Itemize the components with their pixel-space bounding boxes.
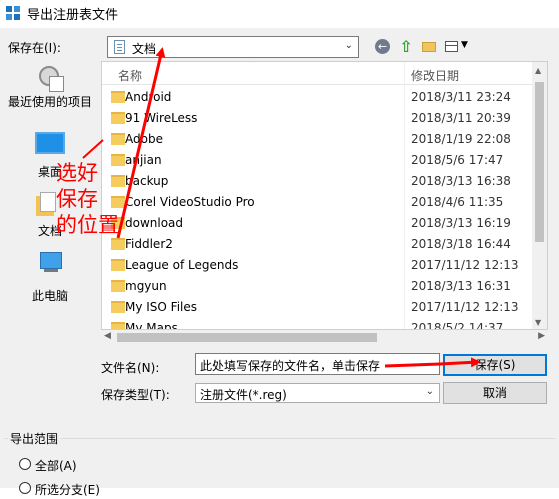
file-name: My ISO Files (125, 300, 198, 314)
chevron-down-icon: ▼ (461, 40, 468, 50)
desktop-icon (35, 132, 65, 154)
up-folder-button[interactable]: ⇧ (396, 37, 416, 57)
scroll-up-icon[interactable]: ▲ (535, 66, 541, 75)
file-date: 2018/5/6 17:47 (411, 153, 504, 167)
vertical-scrollbar[interactable]: ▲ ▼ (532, 62, 547, 329)
folder-icon (111, 112, 125, 124)
file-date: 2018/3/18 16:44 (411, 237, 511, 251)
back-button[interactable]: ← (373, 37, 393, 57)
new-folder-icon (422, 42, 436, 52)
filetype-value: 注册文件(*.reg) (200, 388, 287, 402)
table-row[interactable]: Adobe 2018/1/19 22:08 (102, 129, 534, 150)
save-button[interactable]: 保存(S) (443, 354, 547, 376)
list-header: ⌃ 名称 修改日期 (102, 62, 534, 85)
recent-items-icon (37, 66, 64, 92)
chevron-down-icon: ⌄ (425, 386, 434, 397)
file-name: Android (125, 90, 172, 104)
chevron-down-icon: ⌄ (344, 40, 353, 51)
annotation-text: 选好 保存 的位置 (56, 160, 122, 238)
save-in-dropdown[interactable]: 文档 ⌄ (107, 36, 359, 58)
table-row[interactable]: backup 2018/3/13 16:38 (102, 171, 534, 192)
place-recent-items[interactable]: 最近使用的项目 (0, 66, 100, 110)
document-icon (114, 40, 125, 54)
table-row[interactable]: Fiddler2 2018/3/18 16:44 (102, 234, 534, 255)
filetype-label: 保存类型(T): (101, 388, 170, 402)
folder-icon (111, 301, 125, 313)
folder-icon (111, 259, 125, 271)
table-row[interactable]: Android 2018/3/11 23:24 (102, 87, 534, 108)
radio-selected-branch[interactable] (19, 482, 31, 494)
horizontal-scroll-thumb[interactable] (117, 333, 377, 342)
file-date: 2017/11/12 12:13 (411, 258, 519, 272)
folder-icon (111, 133, 125, 145)
table-row[interactable]: League of Legends 2017/11/12 12:13 (102, 255, 534, 276)
folder-icon (111, 280, 125, 292)
filename-input[interactable]: 此处填写保存的文件名，单击保存 (195, 353, 440, 375)
annotation-line: 的位置 (56, 213, 119, 237)
annotation-line: 选好 (56, 161, 98, 185)
column-header-name[interactable]: 名称 (118, 67, 142, 84)
file-date: 2018/3/13 16:31 (411, 279, 511, 293)
folder-icon (111, 91, 125, 103)
vertical-scroll-thumb[interactable] (535, 82, 544, 242)
folder-icon (111, 238, 125, 250)
back-icon: ← (375, 39, 390, 54)
file-name: mgyun (125, 279, 167, 293)
table-row[interactable]: Corel VideoStudio Pro 2018/4/6 11:35 (102, 192, 534, 213)
file-name: My Maps (125, 321, 178, 330)
place-this-pc[interactable]: 此电脑 (0, 252, 100, 304)
export-range-label: 导出范围 (8, 430, 61, 447)
scroll-right-icon[interactable]: ▶ (538, 331, 545, 341)
registry-app-icon (6, 6, 20, 20)
view-menu-icon (445, 41, 458, 52)
this-pc-icon (36, 252, 64, 276)
file-date: 2018/3/11 20:39 (411, 111, 511, 125)
place-label: 最近使用的项目 (7, 95, 92, 109)
radio-selected-branch-label[interactable]: 所选分支(E) (35, 481, 100, 498)
scroll-left-icon[interactable]: ◀ (104, 331, 111, 341)
save-in-value: 文档 (132, 42, 157, 56)
file-name: Corel VideoStudio Pro (125, 195, 255, 209)
file-name: Fiddler2 (125, 237, 173, 251)
save-in-label: 保存在(I): (8, 41, 61, 55)
file-list[interactable]: ⌃ 名称 修改日期 Android 2018/3/11 23:24 91 WireL… (101, 61, 548, 330)
scroll-down-icon[interactable]: ▼ (535, 318, 541, 327)
column-header-date[interactable]: 修改日期 (411, 67, 459, 84)
new-folder-button[interactable] (419, 37, 439, 57)
up-folder-icon: ⇧ (399, 37, 413, 56)
table-row[interactable]: mgyun 2018/3/13 16:31 (102, 276, 534, 297)
file-date: 2018/1/19 22:08 (411, 132, 511, 146)
file-name: Adobe (125, 132, 163, 146)
table-row[interactable]: My ISO Files 2017/11/12 12:13 (102, 297, 534, 318)
file-name: download (125, 216, 184, 230)
radio-all-label[interactable]: 全部(A) (35, 457, 77, 474)
table-row[interactable]: download 2018/3/13 16:19 (102, 213, 534, 234)
file-date: 2018/5/2 14:37 (411, 321, 504, 330)
file-date: 2018/3/13 16:38 (411, 174, 511, 188)
sort-up-icon: ⌃ (248, 61, 257, 70)
file-date: 2018/3/11 23:24 (411, 90, 511, 104)
filename-label: 文件名(N): (101, 361, 160, 375)
horizontal-scrollbar[interactable]: ◀ ▶ (101, 330, 548, 345)
view-menu-button[interactable]: ▼ (443, 37, 471, 57)
window-title: 导出注册表文件 (27, 8, 119, 23)
file-name: anjian (125, 153, 162, 167)
file-name: backup (125, 174, 169, 188)
folder-icon (111, 322, 125, 329)
file-name: 91 WireLess (125, 111, 198, 125)
table-row[interactable]: anjian 2018/5/6 17:47 (102, 150, 534, 171)
table-row[interactable]: 91 WireLess 2018/3/11 20:39 (102, 108, 534, 129)
cancel-button[interactable]: 取消 (443, 382, 547, 404)
file-date: 2018/4/6 11:35 (411, 195, 504, 209)
filetype-dropdown[interactable]: 注册文件(*.reg) ⌄ (195, 383, 440, 403)
file-name: League of Legends (125, 258, 239, 272)
radio-all[interactable] (19, 458, 31, 470)
table-row[interactable]: My Maps 2018/5/2 14:37 (102, 318, 534, 330)
file-date: 2017/11/12 12:13 (411, 300, 519, 314)
annotation-line: 保存 (56, 187, 98, 211)
place-label: 此电脑 (31, 289, 68, 303)
file-date: 2018/3/13 16:19 (411, 216, 511, 230)
